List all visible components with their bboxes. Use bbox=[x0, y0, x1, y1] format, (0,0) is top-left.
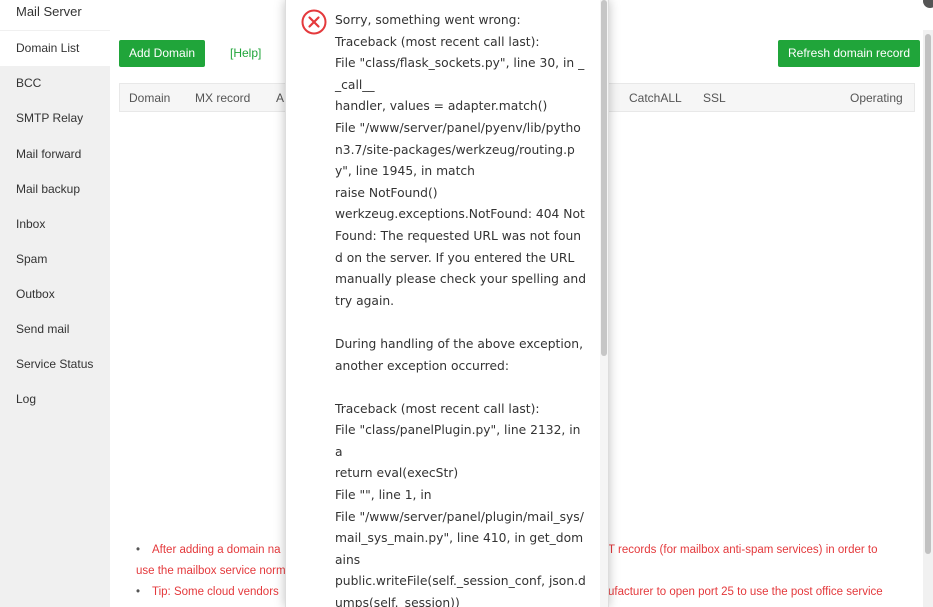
add-domain-button[interactable]: Add Domain bbox=[119, 40, 206, 67]
sidebar-item-outbox[interactable]: Outbox bbox=[0, 277, 110, 312]
content-scrollbar-thumb[interactable] bbox=[925, 34, 931, 554]
close-icon[interactable] bbox=[923, 0, 933, 8]
window-title: Mail Server bbox=[16, 4, 82, 19]
error-icon bbox=[301, 9, 327, 35]
mail-server-window: Mail Server Domain List BCC SMTP Relay M… bbox=[0, 0, 933, 607]
column-header-mx-record: MX record bbox=[195, 91, 251, 105]
tip-text: Tip: Some cloud vendors bbox=[152, 586, 279, 598]
tip-text-right: T records (for mailbox anti-spam service… bbox=[608, 544, 878, 556]
sidebar-item-spam[interactable]: Spam bbox=[0, 242, 110, 277]
column-header-domain: Domain bbox=[129, 91, 171, 105]
column-header-catchall: CatchALL bbox=[629, 91, 682, 105]
sidebar-item-service-status[interactable]: Service Status bbox=[0, 347, 110, 382]
refresh-domain-record-button[interactable]: Refresh domain record bbox=[778, 40, 921, 67]
sidebar-item-inbox[interactable]: Inbox bbox=[0, 207, 110, 242]
content-scrollbar[interactable] bbox=[923, 30, 933, 607]
tip-text: use the mailbox service norm bbox=[136, 565, 286, 577]
sidebar-item-log[interactable]: Log bbox=[0, 382, 110, 417]
tip-text: After adding a domain na bbox=[152, 544, 281, 556]
column-header-ssl: SSL bbox=[703, 91, 726, 105]
sidebar-item-mail-backup[interactable]: Mail backup bbox=[0, 172, 110, 207]
sidebar-item-mail-forward[interactable]: Mail forward bbox=[0, 137, 110, 172]
sidebar-item-send-mail[interactable]: Send mail bbox=[0, 312, 110, 347]
error-message: Sorry, something went wrong: Traceback (… bbox=[335, 13, 586, 607]
help-link[interactable]: [Help] bbox=[230, 46, 261, 60]
error-dialog-scrollbar[interactable] bbox=[600, 0, 608, 607]
sidebar-item-bcc[interactable]: BCC bbox=[0, 66, 110, 101]
column-header-operating: Operating bbox=[850, 91, 903, 105]
sidebar-item-domain-list[interactable]: Domain List bbox=[0, 31, 110, 66]
sidebar-item-smtp-relay[interactable]: SMTP Relay bbox=[0, 101, 110, 136]
error-dialog: Sorry, something went wrong: Traceback (… bbox=[285, 0, 609, 607]
tip-text-right: ufacturer to open port 25 to use the pos… bbox=[608, 586, 883, 598]
sidebar: Domain List BCC SMTP Relay Mail forward … bbox=[0, 30, 110, 607]
error-dialog-scrollbar-thumb[interactable] bbox=[601, 0, 607, 356]
column-header-a: A bbox=[276, 91, 285, 105]
